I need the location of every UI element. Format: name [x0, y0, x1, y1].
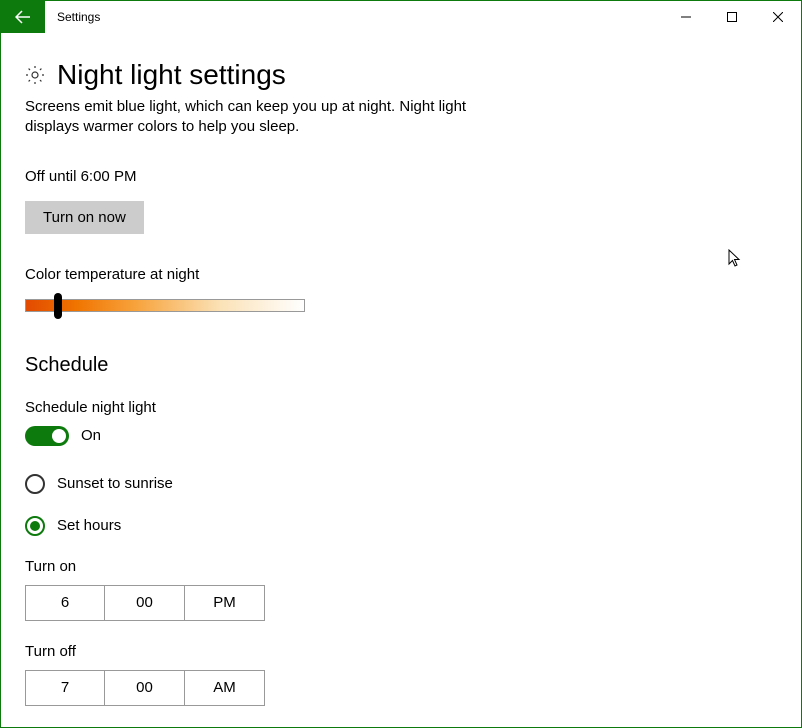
- night-light-status: Off until 6:00 PM: [25, 168, 777, 185]
- close-button[interactable]: [755, 1, 801, 33]
- close-icon: [773, 12, 783, 22]
- color-temperature-label: Color temperature at night: [25, 266, 777, 283]
- back-button[interactable]: [1, 1, 45, 33]
- slider-thumb[interactable]: [54, 293, 62, 319]
- maximize-icon: [727, 12, 737, 22]
- radio-label: Set hours: [57, 517, 121, 534]
- radio-label: Sunset to sunrise: [57, 475, 173, 492]
- maximize-button[interactable]: [709, 1, 755, 33]
- turn-off-minute[interactable]: 00: [105, 670, 185, 706]
- turn-on-now-button[interactable]: Turn on now: [25, 201, 144, 234]
- toggle-state-text: On: [81, 427, 101, 444]
- radio-set-hours[interactable]: Set hours: [25, 516, 777, 536]
- page-description: Screens emit blue light, which can keep …: [25, 97, 505, 138]
- schedule-section-title: Schedule: [25, 354, 777, 377]
- turn-on-hour[interactable]: 6: [25, 585, 105, 621]
- window-title: Settings: [45, 1, 100, 33]
- schedule-toggle[interactable]: [25, 426, 69, 446]
- turn-on-label: Turn on: [25, 558, 777, 575]
- gear-icon: [25, 65, 45, 85]
- titlebar-drag-area[interactable]: [100, 1, 663, 33]
- page-content: Night light settings Screens emit blue l…: [1, 33, 801, 728]
- settings-window: Settings Night light settings Screens em…: [0, 0, 802, 728]
- minimize-button[interactable]: [663, 1, 709, 33]
- toggle-knob: [52, 429, 66, 443]
- page-title: Night light settings: [57, 59, 286, 91]
- turn-on-minute[interactable]: 00: [105, 585, 185, 621]
- page-header: Night light settings: [25, 59, 777, 91]
- turn-on-time-picker: 6 00 PM: [25, 585, 777, 621]
- turn-off-label: Turn off: [25, 643, 777, 660]
- schedule-toggle-row: On: [25, 426, 777, 446]
- titlebar: Settings: [1, 1, 801, 33]
- back-arrow-icon: [15, 9, 31, 25]
- turn-on-ampm[interactable]: PM: [185, 585, 265, 621]
- radio-dot-icon: [30, 521, 40, 531]
- minimize-icon: [681, 12, 691, 22]
- turn-off-time-picker: 7 00 AM: [25, 670, 777, 706]
- color-temperature-slider[interactable]: [25, 299, 305, 312]
- schedule-toggle-label: Schedule night light: [25, 399, 777, 416]
- turn-off-hour[interactable]: 7: [25, 670, 105, 706]
- radio-circle-selected-icon: [25, 516, 45, 536]
- turn-off-ampm[interactable]: AM: [185, 670, 265, 706]
- radio-sunset-to-sunrise[interactable]: Sunset to sunrise: [25, 474, 777, 494]
- window-controls: [663, 1, 801, 33]
- radio-circle-icon: [25, 474, 45, 494]
